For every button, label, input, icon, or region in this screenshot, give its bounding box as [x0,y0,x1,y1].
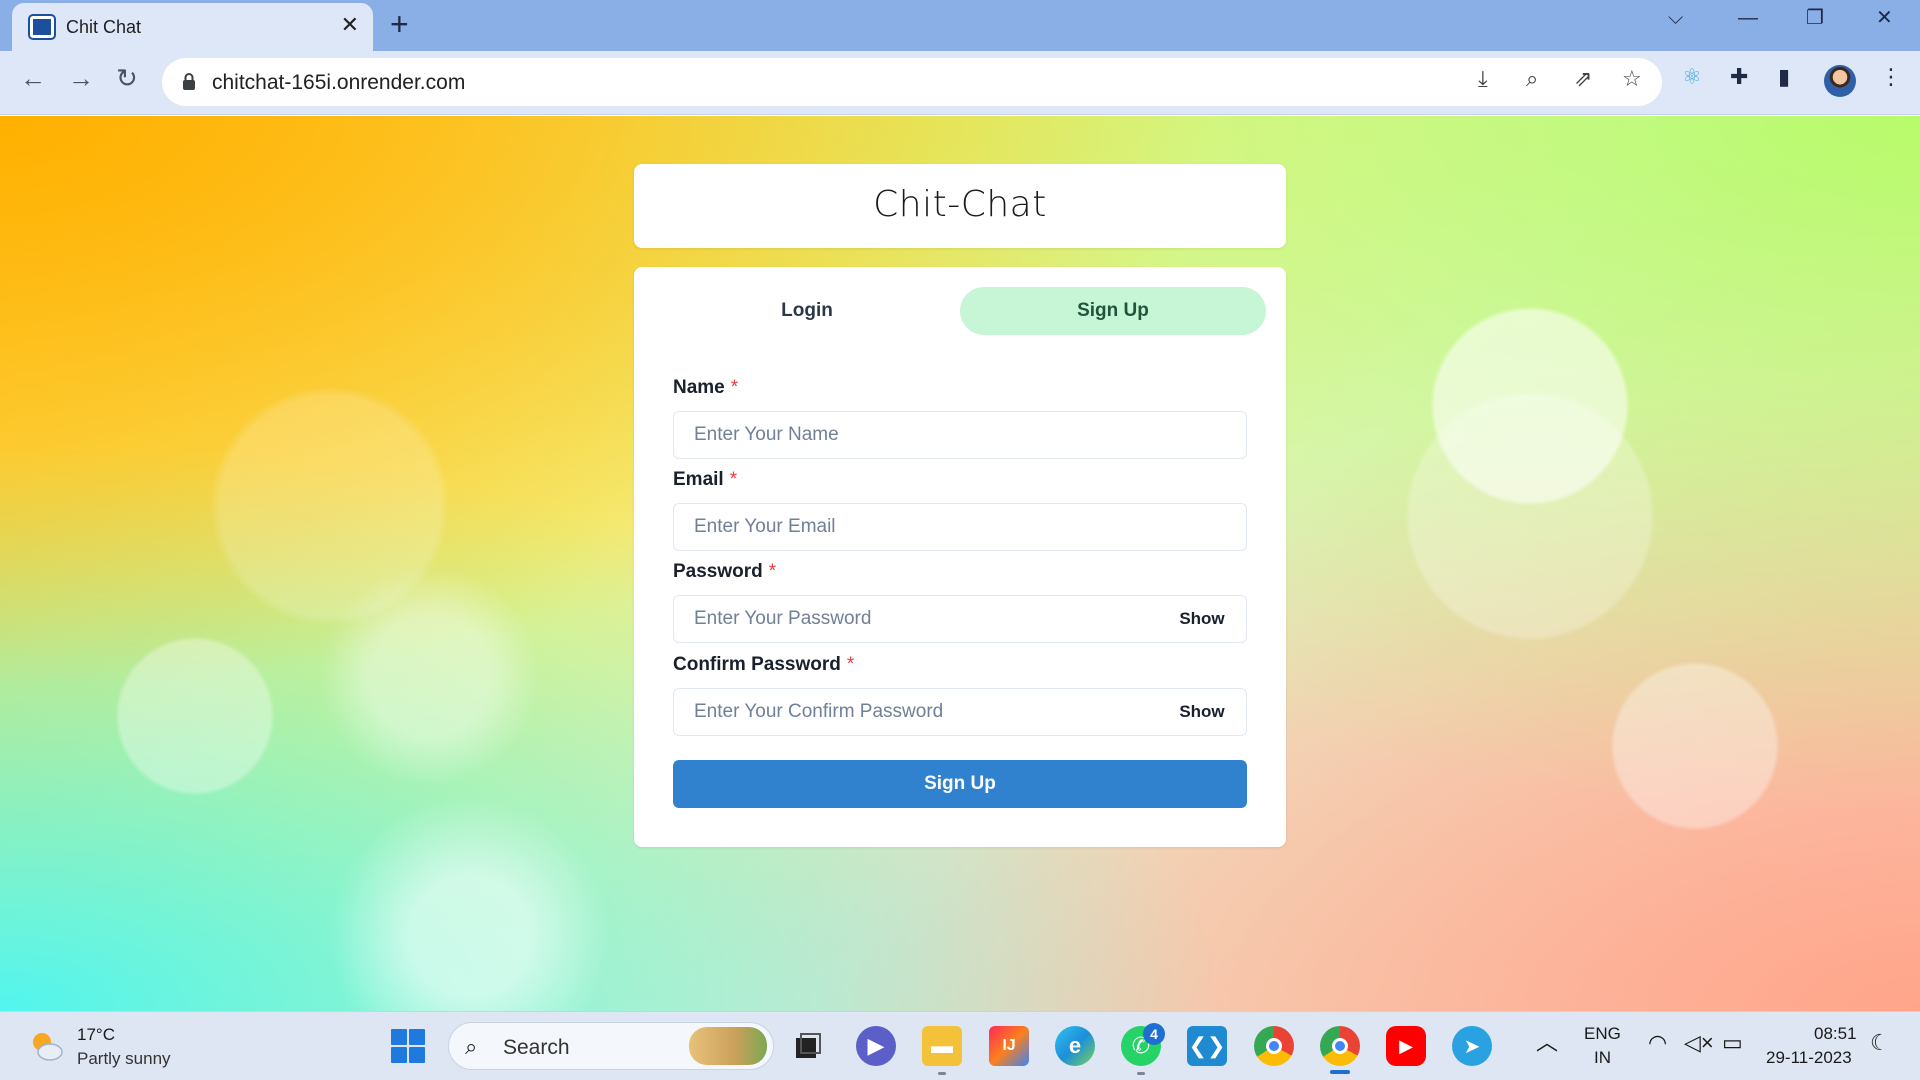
show-confirm-password-button[interactable]: Show [1162,694,1242,730]
app-header-card: Chit-Chat [634,164,1286,248]
browser-toolbar: ← → ↻ chitchat-165i.onrender.com ⤓ ⌕ ⇗ ☆… [0,51,1920,115]
required-marker: * [729,469,738,490]
zoom-icon[interactable]: ⌕ [1526,68,1538,90]
close-tab-icon[interactable]: ✕ [341,14,359,36]
confirm-password-label-text: Confirm Password [673,654,841,675]
taskbar-search-box[interactable]: ⌕ Search [448,1022,774,1070]
email-label: Email * [673,469,737,491]
confirm-password-input[interactable] [673,688,1247,736]
side-panel-icon[interactable]: ▮ [1778,66,1790,88]
react-devtools-icon[interactable]: ⚛ [1682,66,1702,88]
profile-avatar[interactable] [1824,65,1856,97]
minimize-icon[interactable]: — [1738,8,1758,28]
partly-sunny-icon[interactable] [28,1028,64,1064]
battery-icon[interactable]: ▭ [1722,1032,1743,1054]
chrome-profile-icon[interactable] [1320,1026,1360,1066]
task-view-icon[interactable] [788,1026,828,1066]
kebab-menu-icon[interactable]: ⋮ [1880,66,1902,88]
new-tab-icon[interactable]: + [390,8,409,40]
language-indicator[interactable]: ENG [1584,1024,1621,1044]
clock-time[interactable]: 08:51 [1814,1024,1857,1044]
extensions-puzzle-icon[interactable]: ✚ [1730,66,1748,88]
search-label: Search [503,1036,570,1059]
edge-icon[interactable]: e [1055,1026,1095,1066]
intellij-icon[interactable]: IJ [989,1026,1029,1066]
browser-tab-active[interactable]: Chit Chat ✕ [12,3,373,51]
reload-icon[interactable]: ↻ [116,65,138,91]
show-password-button[interactable]: Show [1162,601,1242,637]
file-explorer-icon[interactable]: ▬ [922,1026,962,1066]
name-label-text: Name [673,377,725,398]
back-arrow-icon[interactable]: ← [20,65,46,91]
speaker-muted-icon[interactable]: ◁× [1684,1032,1714,1054]
restore-icon[interactable]: ❐ [1806,8,1824,28]
name-label: Name * [673,377,738,399]
password-label: Password * [673,561,776,583]
auth-form-card: Login Sign Up Name* Email* Password* Sho… [634,267,1286,847]
active-window-indicator [1330,1070,1350,1074]
chrome-icon[interactable] [1254,1026,1294,1066]
page-viewport: Chit-Chat Login Sign Up Name* Email* Pas… [0,116,1920,1011]
whatsapp-unread-badge: 4 [1143,1023,1165,1045]
install-app-icon[interactable]: ⤓ [1478,68,1488,90]
forward-arrow-icon[interactable]: → [68,65,94,91]
required-marker: * [768,561,777,582]
required-marker: * [730,377,739,398]
chat-favicon-icon [28,14,56,40]
weather-description: Partly sunny [77,1049,171,1068]
region-indicator[interactable]: IN [1594,1048,1611,1068]
address-bar[interactable]: chitchat-165i.onrender.com ⤓ ⌕ ⇗ ☆ [162,58,1662,106]
telegram-icon[interactable]: ➤ [1452,1026,1492,1066]
search-icon: ⌕ [465,1034,478,1059]
vscode-icon[interactable]: ❮❯ [1187,1026,1227,1066]
windows-start-icon[interactable] [388,1026,428,1066]
tab-login[interactable]: Login [654,287,960,335]
required-marker: * [846,654,855,675]
clock-date[interactable]: 29-11-2023 [1766,1048,1852,1068]
youtube-icon[interactable]: ▶ [1386,1026,1426,1066]
signup-submit-button[interactable]: Sign Up [673,760,1247,808]
windows-taskbar: 17°C Partly sunny ⌕ Search ▶ ▬ IJ e ✆ 4 … [0,1011,1920,1080]
close-window-icon[interactable]: ✕ [1876,8,1893,28]
weather-temperature: 17°C [77,1025,115,1044]
meet-icon[interactable]: ▶ [856,1026,896,1066]
confirm-password-label: Confirm Password * [673,654,854,676]
running-indicator [938,1072,946,1075]
lock-icon [183,73,195,90]
email-input[interactable] [673,503,1247,551]
notification-moon-icon[interactable]: ☾ [1870,1032,1890,1054]
password-input[interactable] [673,595,1247,643]
name-input[interactable] [673,411,1247,459]
email-label-text: Email [673,469,724,490]
share-icon[interactable]: ⇗ [1574,68,1592,90]
chevron-up-icon[interactable]: ︿ [1536,1032,1558,1054]
search-highlight-image [689,1027,767,1065]
chevron-down-icon[interactable]: ⌵ [1668,8,1683,28]
app-title: Chit-Chat [873,184,1047,225]
bookmark-star-icon[interactable]: ☆ [1622,68,1642,90]
tab-signup[interactable]: Sign Up [960,287,1266,335]
wifi-icon[interactable]: ◠ [1648,1032,1667,1054]
running-indicator [1137,1072,1145,1075]
url-text: chitchat-165i.onrender.com [212,71,466,94]
password-label-text: Password [673,561,763,582]
tab-title: Chit Chat [66,17,142,37]
browser-tabstrip: Chit Chat ✕ + ⌵ — ❐ ✕ [0,0,1920,51]
